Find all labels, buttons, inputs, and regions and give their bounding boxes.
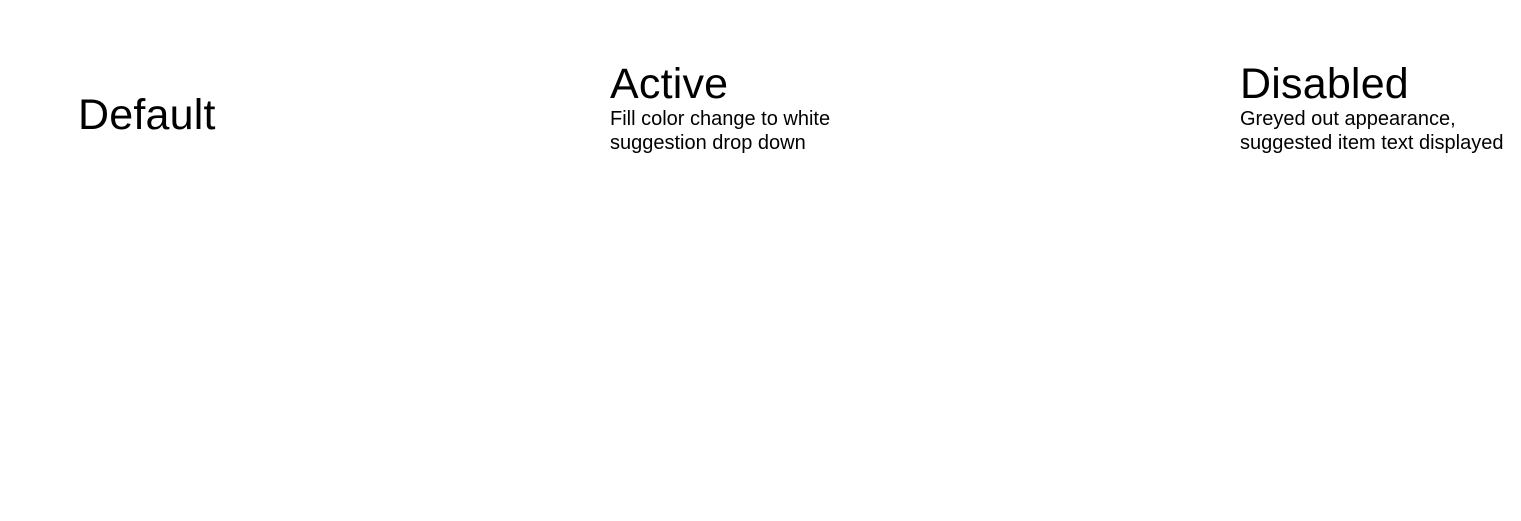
active-state-title: Active — [610, 60, 729, 108]
default-state-section: Default — [78, 92, 216, 138]
disabled-state-description-line1: Greyed out appearance, — [1240, 108, 1456, 130]
active-state-description-line2: suggestion drop down — [610, 132, 806, 154]
disabled-state-section: Disabled Greyed out appearance, suggeste… — [1240, 61, 1504, 155]
disabled-state-title: Disabled — [1240, 60, 1409, 108]
disabled-state-description-line2: suggested item text displayed — [1240, 132, 1504, 154]
active-state-section: Active Fill color change to white sugges… — [610, 61, 830, 155]
default-state-title: Default — [78, 91, 216, 139]
active-state-description-line1: Fill color change to white — [610, 108, 831, 130]
